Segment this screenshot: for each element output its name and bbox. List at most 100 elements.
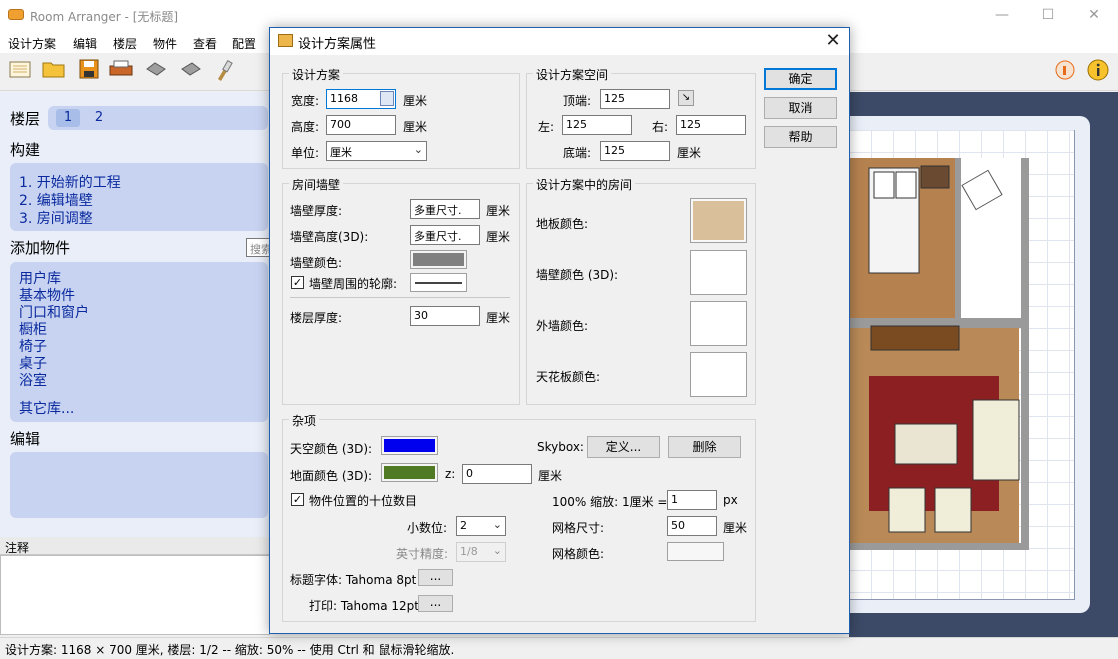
dialog-icon	[278, 34, 293, 47]
ceiling-color-swatch[interactable]	[690, 352, 747, 397]
open-folder-icon[interactable]	[41, 59, 67, 85]
grid-color-swatch[interactable]	[667, 542, 724, 561]
ground-color-swatch[interactable]	[381, 463, 438, 482]
build-step-edit-walls[interactable]: 2. 编辑墙壁	[19, 190, 93, 210]
wall-outline-checkbox[interactable]: ✓	[291, 276, 304, 289]
library-more[interactable]: 其它库...	[19, 398, 74, 418]
undo-icon[interactable]	[143, 59, 169, 85]
title-font-label: 标题字体: Tahoma 8pt	[290, 573, 417, 587]
unit-select-value: 厘米	[330, 146, 352, 159]
sky-color-swatch[interactable]	[381, 436, 438, 455]
decimal-positions-checkbox[interactable]: ✓	[291, 493, 304, 506]
link-margins-icon[interactable]: ↘	[678, 90, 694, 106]
build-step-new-project[interactable]: 1. 开始新的工程	[19, 172, 121, 192]
menu-design[interactable]: 设计方案	[8, 35, 56, 52]
top-input[interactable]: 125	[600, 89, 670, 109]
wall-color-fill	[413, 253, 464, 266]
skybox-define-button[interactable]: 定义...	[587, 436, 660, 458]
print-icon[interactable]	[108, 59, 134, 85]
help-button[interactable]: 帮助	[764, 126, 837, 148]
height-input[interactable]: 700	[326, 115, 396, 135]
pointer-hand-icon[interactable]	[1052, 59, 1078, 85]
skybox-delete-button[interactable]: 删除	[668, 436, 741, 458]
width-unit: 厘米	[403, 94, 428, 108]
minimize-button[interactable]: —	[980, 0, 1024, 31]
cancel-button[interactable]: 取消	[764, 97, 837, 119]
outer-wall-color-label: 外墙颜色:	[536, 319, 589, 333]
paint-brush-icon[interactable]	[212, 59, 238, 85]
menu-edit[interactable]: 编辑	[73, 35, 97, 52]
save-icon[interactable]	[76, 59, 102, 85]
bottom-unit: 厘米	[677, 146, 702, 160]
menu-objects[interactable]: 物件	[153, 35, 177, 52]
redo-icon[interactable]	[178, 59, 204, 85]
floor-thickness-unit: 厘米	[486, 311, 511, 325]
ceiling-color-label: 天花板颜色:	[536, 370, 601, 384]
window-close-button[interactable]: ✕	[1072, 0, 1116, 31]
menu-view[interactable]: 查看	[193, 35, 217, 52]
floor-tab-1[interactable]: 1	[56, 109, 80, 127]
decimals-select-value: 2	[460, 519, 467, 532]
bottom-label: 底端:	[563, 146, 592, 160]
wall-thickness-label: 墙壁厚度:	[290, 204, 343, 218]
right-input[interactable]: 125	[676, 115, 746, 135]
z-input[interactable]: 0	[462, 464, 532, 484]
room-wall-color-label: 墙壁颜色 (3D):	[536, 268, 619, 282]
rooms-group-title: 设计方案中的房间	[533, 176, 636, 193]
left-input[interactable]: 125	[562, 115, 632, 135]
dialog-title: 设计方案属性	[298, 37, 377, 52]
floor-plan-drawing[interactable]	[849, 158, 1029, 550]
new-project-icon[interactable]	[7, 59, 33, 85]
grid-size-input[interactable]: 50	[667, 516, 717, 536]
misc-group-title: 杂项	[289, 412, 320, 429]
build-step-adjust-rooms[interactable]: 3. 房间调整	[19, 208, 93, 228]
wall-outline-label: 墙壁周围的轮廓:	[309, 277, 398, 291]
space-group-title: 设计方案空间	[533, 66, 612, 83]
wall-thickness-input[interactable]: 多重尺寸.	[410, 199, 480, 219]
library-bathroom[interactable]: 浴室	[19, 370, 47, 390]
left-label: 左:	[538, 120, 555, 134]
floor-color-swatch[interactable]	[690, 198, 747, 243]
wall-thickness-unit: 厘米	[486, 204, 511, 218]
outer-wall-color-swatch[interactable]	[690, 301, 747, 346]
info-icon[interactable]	[1085, 59, 1111, 85]
sky-color-label: 天空颜色 (3D):	[290, 442, 373, 456]
build-label: 构建	[10, 141, 41, 159]
dialog-close-button[interactable]: ✕	[818, 29, 848, 53]
outline-line	[415, 282, 462, 284]
ok-button[interactable]: 确定	[764, 68, 837, 90]
decimals-select[interactable]: 2 ⌄	[456, 516, 506, 536]
room-wall-color-swatch[interactable]	[690, 250, 747, 295]
sky-color-fill	[384, 439, 435, 452]
grid-size-unit: 厘米	[723, 521, 748, 535]
floors-label: 楼层	[10, 110, 41, 128]
chevron-down-icon: ⌄	[492, 518, 502, 531]
search-input[interactable]: 搜索	[246, 238, 270, 257]
design-group-title: 设计方案	[289, 66, 344, 83]
calculator-icon[interactable]	[380, 91, 394, 106]
wall-height-input[interactable]: 多重尺寸.	[410, 225, 480, 245]
floor-color-fill	[693, 201, 744, 240]
zoom-input[interactable]: 1	[667, 490, 717, 510]
menu-floors[interactable]: 楼层	[113, 35, 137, 52]
width-label: 宽度:	[291, 94, 320, 108]
z-label: z:	[445, 467, 456, 481]
wall-outline-style[interactable]	[410, 273, 467, 292]
floor-thickness-input[interactable]: 30	[410, 306, 480, 326]
bottom-input[interactable]: 125	[600, 141, 670, 161]
ground-color-label: 地面颜色 (3D):	[290, 469, 373, 483]
unit-select[interactable]: 厘米 ⌄	[326, 141, 427, 161]
grid-size-label: 网格尺寸:	[552, 521, 605, 535]
floor-tab-2[interactable]: 2	[90, 109, 108, 127]
notes-textarea[interactable]	[0, 555, 270, 635]
print-font-button[interactable]: ...	[418, 595, 453, 612]
grid-color-label: 网格颜色:	[552, 547, 605, 561]
wall-color-swatch[interactable]	[410, 250, 467, 269]
add-objects-label: 添加物件	[10, 239, 71, 257]
menu-settings[interactable]: 配置	[232, 35, 256, 52]
wall-height-unit: 厘米	[486, 230, 511, 244]
maximize-button[interactable]: ☐	[1026, 0, 1070, 31]
zoom-label: 100% 缩放: 1厘米 =	[552, 495, 668, 509]
edit-label: 编辑	[10, 430, 41, 448]
title-font-button[interactable]: ...	[418, 569, 453, 586]
